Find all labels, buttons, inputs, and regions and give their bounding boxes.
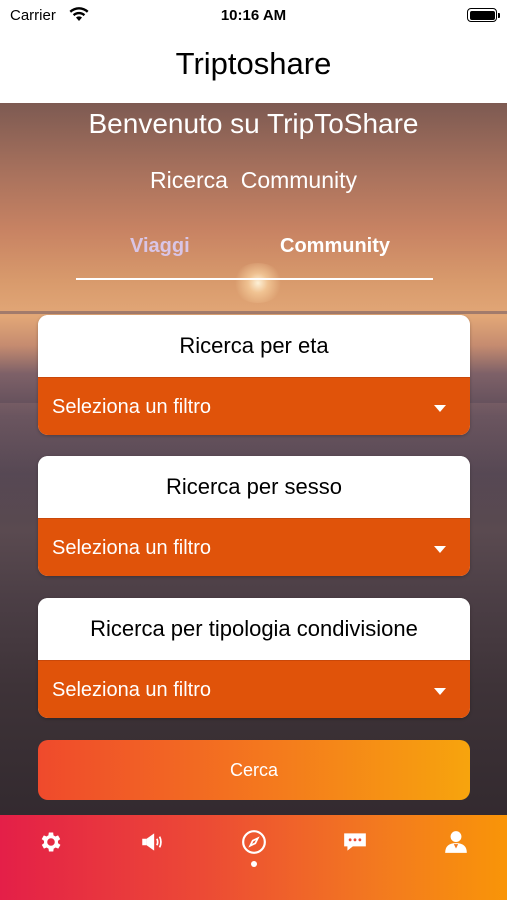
dropdown-value: Seleziona un filtro <box>52 679 211 701</box>
tab-viaggi[interactable]: Viaggi <box>130 235 190 258</box>
battery-icon <box>467 8 500 22</box>
bottom-tab-bar <box>0 815 507 900</box>
age-filter-dropdown[interactable]: Seleziona un filtro <box>38 377 470 435</box>
compass-icon[interactable] <box>241 829 267 855</box>
tab-underline <box>76 278 433 280</box>
horizon-line <box>0 311 507 314</box>
filter-title: Ricerca per eta <box>38 315 470 377</box>
section-subtitle: Ricerca Community <box>149 167 358 193</box>
filter-card-gender: Ricerca per sesso Seleziona un filtro <box>38 456 470 576</box>
megaphone-icon[interactable] <box>139 829 165 855</box>
segment-tabs: Viaggi Community <box>76 231 433 281</box>
welcome-title: Benvenuto su TripToShare <box>88 108 419 139</box>
caret-down-icon <box>434 546 446 553</box>
user-icon[interactable] <box>443 829 469 855</box>
filter-title: Ricerca per sesso <box>38 456 470 518</box>
gender-filter-dropdown[interactable]: Seleziona un filtro <box>38 518 470 576</box>
dropdown-value: Seleziona un filtro <box>52 537 211 559</box>
navigation-bar: Triptoshare <box>0 32 507 103</box>
active-tab-indicator <box>251 861 257 867</box>
filter-title: Ricerca per tipologia condivisione <box>38 598 470 660</box>
sharing-type-filter-dropdown[interactable]: Seleziona un filtro <box>38 660 470 718</box>
tab-community[interactable]: Community <box>280 235 390 258</box>
status-bar: Carrier 10:16 AM <box>0 0 507 32</box>
search-button[interactable]: Cerca <box>38 740 470 800</box>
dropdown-value: Seleziona un filtro <box>52 396 211 418</box>
gear-icon[interactable] <box>38 829 64 855</box>
page-title: Triptoshare <box>175 46 332 81</box>
status-time: 10:16 AM <box>220 7 287 24</box>
caret-down-icon <box>434 405 446 412</box>
chat-icon[interactable] <box>342 829 368 855</box>
caret-down-icon <box>434 688 446 695</box>
filter-card-age: Ricerca per eta Seleziona un filtro <box>38 315 470 435</box>
filter-card-sharing-type: Ricerca per tipologia condivisione Selez… <box>38 598 470 718</box>
